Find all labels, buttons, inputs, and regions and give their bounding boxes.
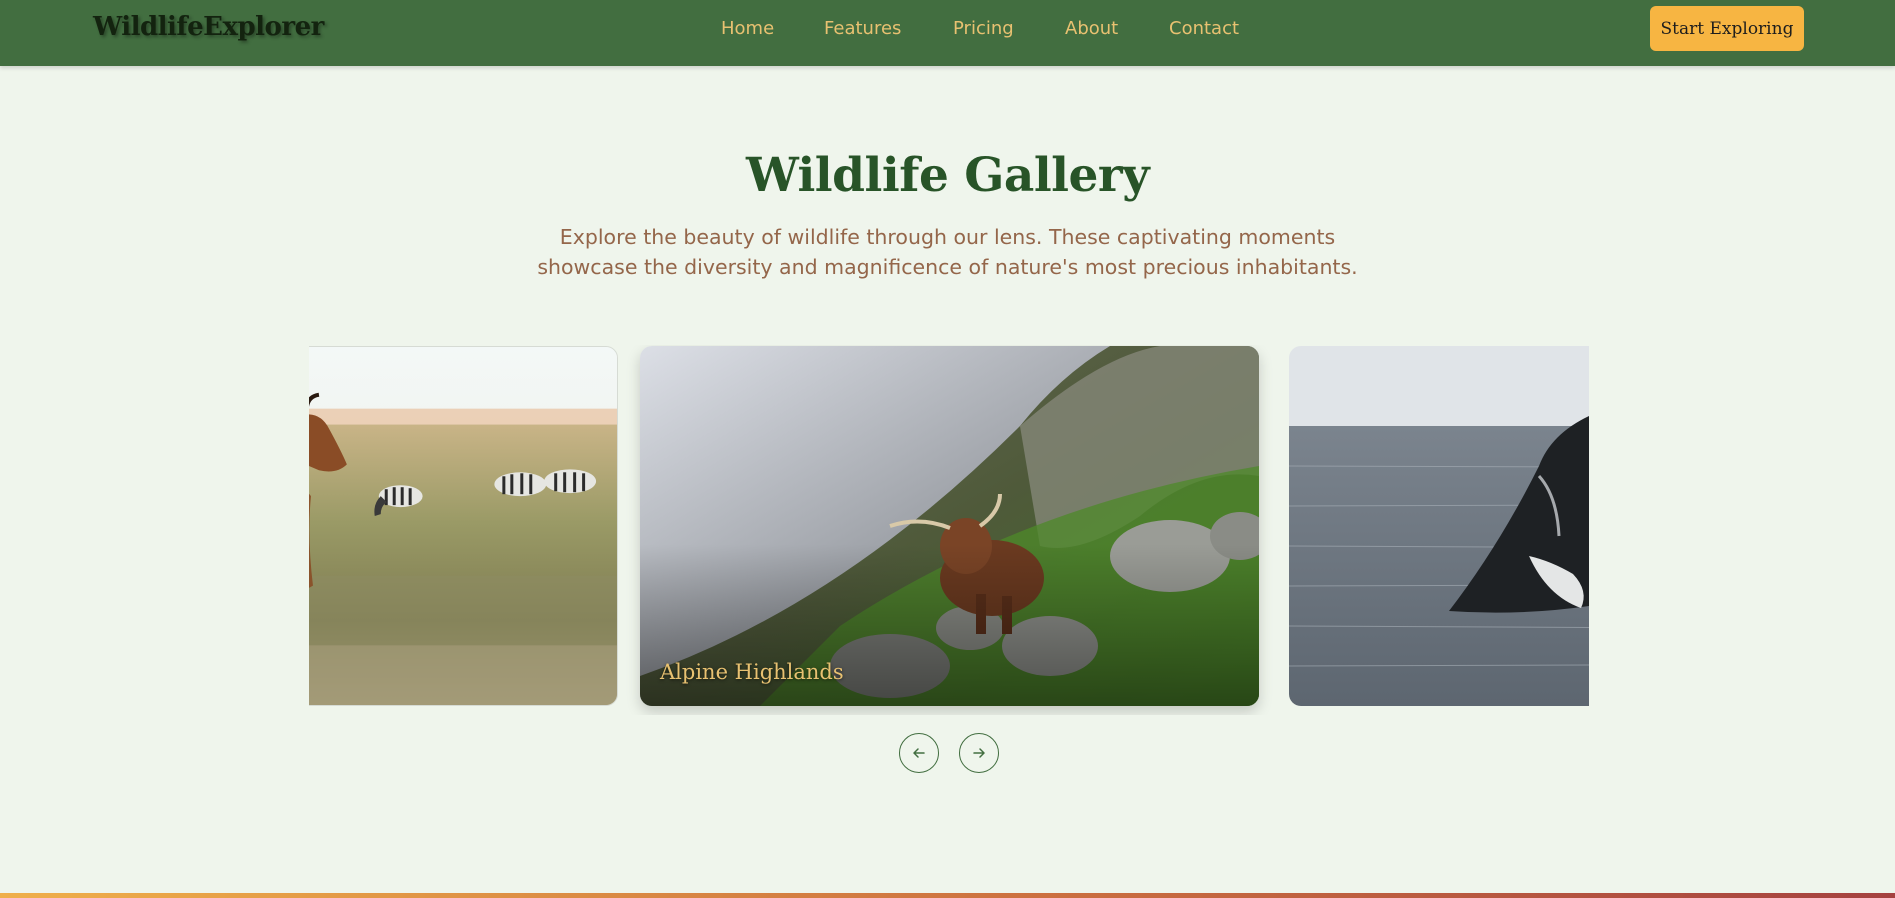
arrow-left-icon bbox=[913, 748, 925, 758]
savanna-photo bbox=[309, 347, 617, 705]
gallery-subtitle: Explore the beauty of wildlife through o… bbox=[0, 222, 1895, 282]
gallery-carousel: Alpine Highlands bbox=[309, 345, 1589, 715]
site-logo[interactable]: WildlifeExplorer bbox=[93, 12, 324, 42]
nav-link-features[interactable]: Features bbox=[824, 18, 901, 39]
start-exploring-button[interactable]: Start Exploring bbox=[1650, 6, 1804, 51]
top-navbar: WildlifeExplorer Home Features Pricing A… bbox=[0, 0, 1895, 66]
whale-photo bbox=[1289, 346, 1589, 706]
nav-link-pricing[interactable]: Pricing bbox=[953, 18, 1014, 39]
gallery-slide-savanna[interactable] bbox=[309, 346, 618, 706]
highland-cow-photo bbox=[640, 346, 1259, 706]
gallery-title: Wildlife Gallery bbox=[746, 148, 1150, 203]
gallery-slide-alpine-highlands[interactable]: Alpine Highlands bbox=[640, 346, 1259, 706]
gallery-subtitle-line-2: showcase the diversity and magnificence … bbox=[537, 255, 1358, 279]
carousel-prev-button[interactable] bbox=[899, 733, 939, 773]
gallery-slide-whale[interactable] bbox=[1289, 346, 1589, 706]
nav-link-home[interactable]: Home bbox=[721, 18, 774, 39]
nav-link-about[interactable]: About bbox=[1065, 18, 1118, 39]
nav-link-contact[interactable]: Contact bbox=[1169, 18, 1239, 39]
footer-accent-strip bbox=[0, 893, 1895, 898]
arrow-right-icon bbox=[973, 748, 985, 758]
carousel-next-button[interactable] bbox=[959, 733, 999, 773]
gallery-subtitle-line-1: Explore the beauty of wildlife through o… bbox=[559, 225, 1336, 249]
slide-caption: Alpine Highlands bbox=[660, 660, 844, 684]
